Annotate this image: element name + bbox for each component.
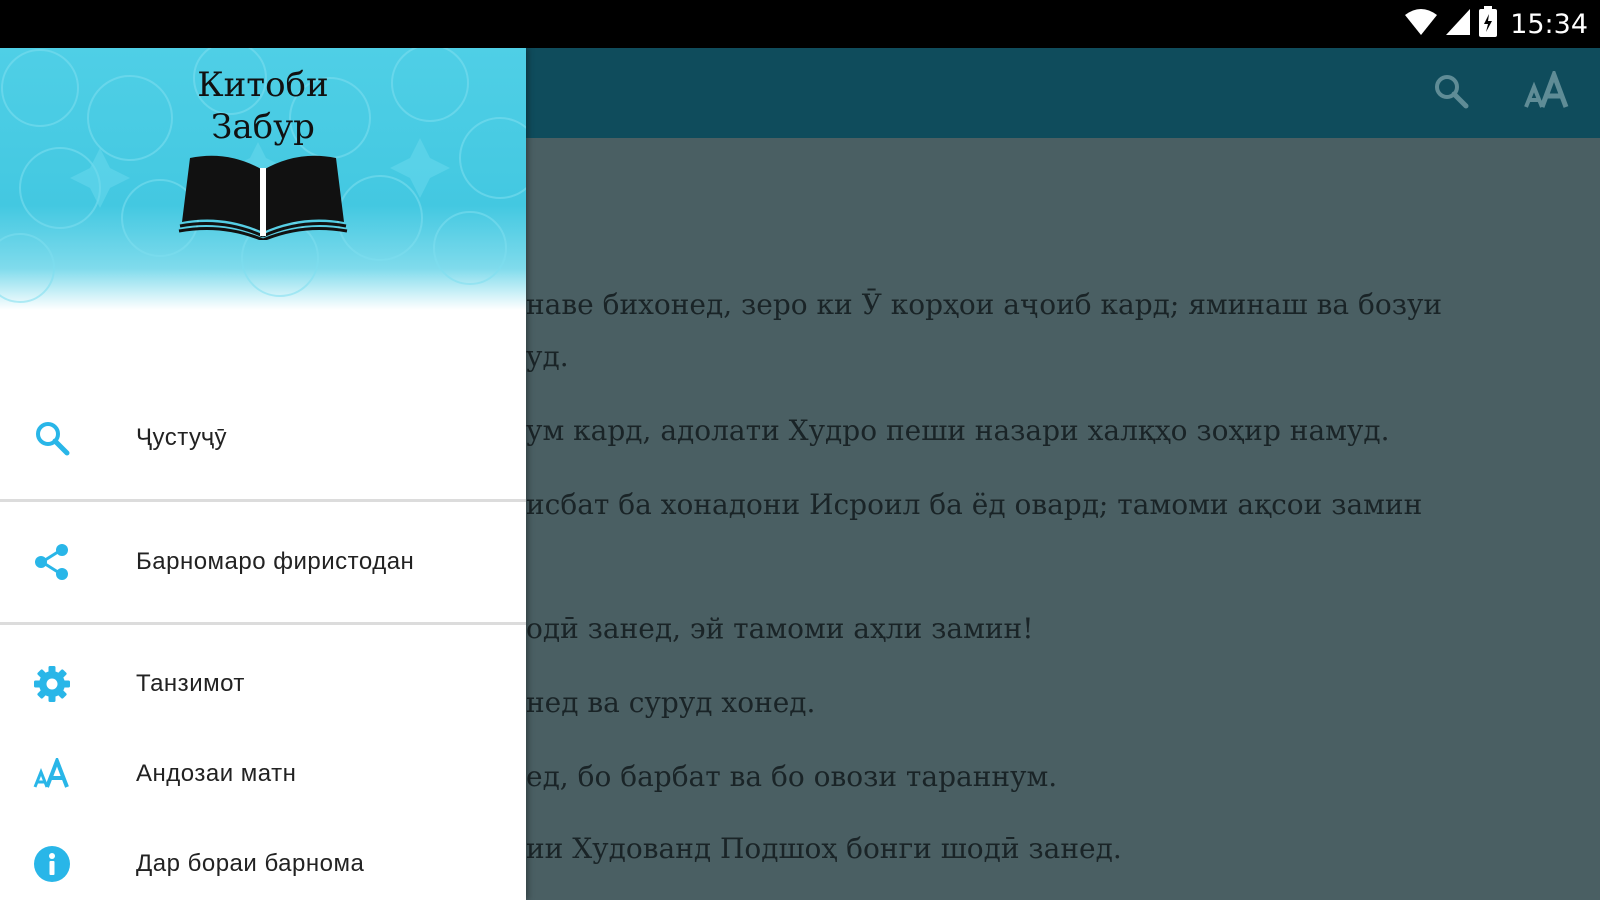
verse-line: одӣ занед, эй тамоми аҳли замин! <box>526 612 1034 645</box>
battery-icon <box>1478 6 1498 42</box>
search-icon <box>32 418 72 458</box>
status-bar: 15:34 <box>0 0 1600 48</box>
status-time: 15:34 <box>1510 8 1588 40</box>
toolbar-search-button[interactable] <box>1428 70 1474 116</box>
drawer-item-share-app[interactable]: Барномаро фиристодан <box>0 518 526 606</box>
drawer-item-label: Дар бораи барнома <box>136 850 365 877</box>
verse-line: ум кард, адолати Худро пеши назари халқҳ… <box>526 414 1390 447</box>
status-icons: 15:34 <box>1404 6 1588 42</box>
drawer-item-label: Андозаи матн <box>136 760 297 787</box>
verse-line: нед ва суруд хонед. <box>526 686 816 719</box>
verse-line: ии Худованд Подшоҳ бонги шодӣ занед. <box>526 832 1122 865</box>
drawer-item-search[interactable]: Ҷустуҷӯ <box>0 394 526 482</box>
drawer-item-label: Ҷустуҷӯ <box>136 424 227 451</box>
share-icon <box>32 542 72 582</box>
drawer-header: Китоби Забур <box>0 48 526 310</box>
app-title-line2: Забур <box>211 107 315 147</box>
app-title-line1: Китоби <box>197 65 329 105</box>
drawer-item-label: Барномаро фиристодан <box>136 548 415 575</box>
search-icon <box>1432 72 1470 114</box>
drawer-item-about[interactable]: Дар бораи барнома <box>0 820 526 900</box>
toolbar-text-size-button[interactable] <box>1524 67 1570 116</box>
verse-line: уд. <box>526 340 569 373</box>
verse-line: исбат ба хонадони Исроил ба ёд овард; та… <box>526 488 1423 521</box>
signal-icon <box>1444 7 1472 41</box>
open-book-icon <box>178 152 348 244</box>
drawer-item-label: Танзимот <box>136 670 245 697</box>
info-icon <box>32 844 72 884</box>
navigation-drawer: Китоби Забур Ҷустуҷӯ Барномаро фиристода… <box>0 48 526 900</box>
verse-line: наве бихонед, зеро ки Ӯ корҳои аҷоиб кар… <box>526 288 1443 321</box>
text-size-icon <box>1524 67 1570 115</box>
drawer-item-settings[interactable]: Танзимот <box>0 640 526 728</box>
text-size-icon <box>32 754 72 794</box>
wifi-icon <box>1404 7 1438 41</box>
gear-icon <box>32 664 72 704</box>
verse-line: ед, бо барбат ва бо овози тараннум. <box>526 760 1058 793</box>
drawer-item-text-size[interactable]: Андозаи матн <box>0 730 526 818</box>
drawer-divider <box>0 622 526 625</box>
drawer-divider <box>0 499 526 502</box>
